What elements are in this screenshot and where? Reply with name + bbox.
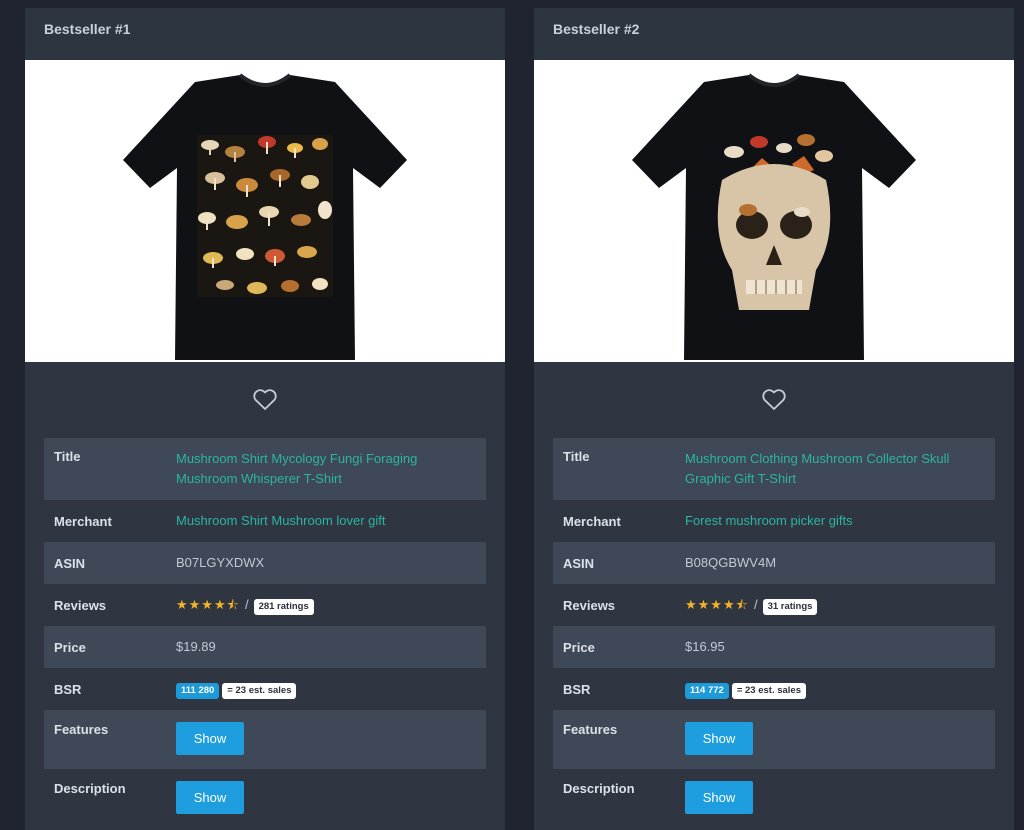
card-header: Bestseller #1 — [25, 8, 505, 60]
description-row: Description Show — [44, 769, 486, 825]
merchant-link[interactable]: Mushroom Shirt Mushroom lover gift — [176, 513, 386, 528]
bsr-row: BSR 111 280 = 23 est. sales — [44, 668, 486, 710]
bsr-badge: 114 772 — [685, 683, 729, 699]
title-row: Title Mushroom Shirt Mycology Fungi Fora… — [44, 438, 486, 500]
ratings-count-badge: 281 ratings — [253, 599, 314, 615]
rating-separator: / — [753, 597, 758, 612]
features-label: Features — [54, 722, 109, 737]
ratings-count-badge: 31 ratings — [762, 599, 818, 615]
price-value: $19.89 — [176, 639, 216, 654]
mushroom-shirt-image — [123, 73, 407, 360]
price-value: $16.95 — [685, 639, 725, 654]
merchant-link[interactable]: Forest mushroom picker gifts — [685, 513, 853, 528]
est-sales-badge: = 23 est. sales — [731, 683, 807, 699]
merchant-row: Merchant Mushroom Shirt Mushroom lover g… — [44, 500, 486, 542]
show-description-button[interactable]: Show — [176, 781, 244, 814]
rating-separator: / — [244, 597, 249, 612]
features-row: Features Show — [44, 710, 486, 769]
product-info-table: Title Mushroom Shirt Mycology Fungi Fora… — [44, 438, 486, 825]
bsr-badge: 111 280 — [176, 683, 220, 699]
title-row: Title Mushroom Clothing Mushroom Collect… — [553, 438, 995, 500]
price-row: Price $16.95 — [553, 626, 995, 668]
reviews-row: Reviews ★★★★⯪ / 281 ratings — [44, 584, 486, 626]
merchant-label: Merchant — [54, 513, 112, 529]
asin-label: ASIN — [563, 555, 595, 571]
features-row: Features Show — [553, 710, 995, 769]
heart-icon[interactable] — [761, 388, 787, 412]
heart-icon[interactable] — [252, 388, 278, 412]
show-description-button[interactable]: Show — [685, 781, 753, 814]
show-features-button[interactable]: Show — [176, 722, 244, 755]
description-label: Description — [54, 781, 126, 796]
favorite-row — [25, 362, 505, 438]
merchant-label: Merchant — [563, 513, 621, 529]
price-row: Price $19.89 — [44, 626, 486, 668]
skull-shirt-image — [632, 73, 916, 360]
product-info-table: Title Mushroom Clothing Mushroom Collect… — [553, 438, 995, 825]
bsr-label: BSR — [54, 681, 82, 697]
asin-row: ASIN B07LGYXDWX — [44, 542, 486, 584]
title-label: Title — [563, 449, 590, 464]
description-label: Description — [563, 781, 635, 796]
price-label: Price — [563, 639, 595, 655]
star-rating-icon: ★★★★⯪ — [685, 597, 749, 612]
asin-row: ASIN B08QGBWV4M — [553, 542, 995, 584]
star-rating-icon: ★★★★⯪ — [176, 597, 240, 612]
features-label: Features — [563, 722, 618, 737]
bsr-row: BSR 114 772 = 23 est. sales — [553, 668, 995, 710]
product-card-2: Bestseller #2 Title Mushroom Clothing Mu… — [534, 8, 1014, 830]
title-link[interactable]: Mushroom Clothing Mushroom Collector Sku… — [685, 451, 949, 486]
show-features-button[interactable]: Show — [685, 722, 753, 755]
card-header: Bestseller #2 — [534, 8, 1014, 60]
description-row: Description Show — [553, 769, 995, 825]
favorite-row — [534, 362, 1014, 438]
product-card-1: Bestseller #1 Title Mushroom Shirt Mycol… — [25, 8, 505, 830]
title-link[interactable]: Mushroom Shirt Mycology Fungi Foraging M… — [176, 451, 417, 486]
reviews-row: Reviews ★★★★⯪ / 31 ratings — [553, 584, 995, 626]
asin-label: ASIN — [54, 555, 86, 571]
asin-value: B07LGYXDWX — [176, 555, 265, 570]
reviews-label: Reviews — [54, 597, 107, 613]
product-image[interactable] — [534, 60, 1014, 362]
bsr-label: BSR — [563, 681, 591, 697]
title-label: Title — [54, 449, 81, 464]
product-image[interactable] — [25, 60, 505, 362]
price-label: Price — [54, 639, 86, 655]
est-sales-badge: = 23 est. sales — [222, 683, 297, 699]
reviews-label: Reviews — [563, 597, 616, 613]
merchant-row: Merchant Forest mushroom picker gifts — [553, 500, 995, 542]
asin-value: B08QGBWV4M — [685, 555, 777, 570]
